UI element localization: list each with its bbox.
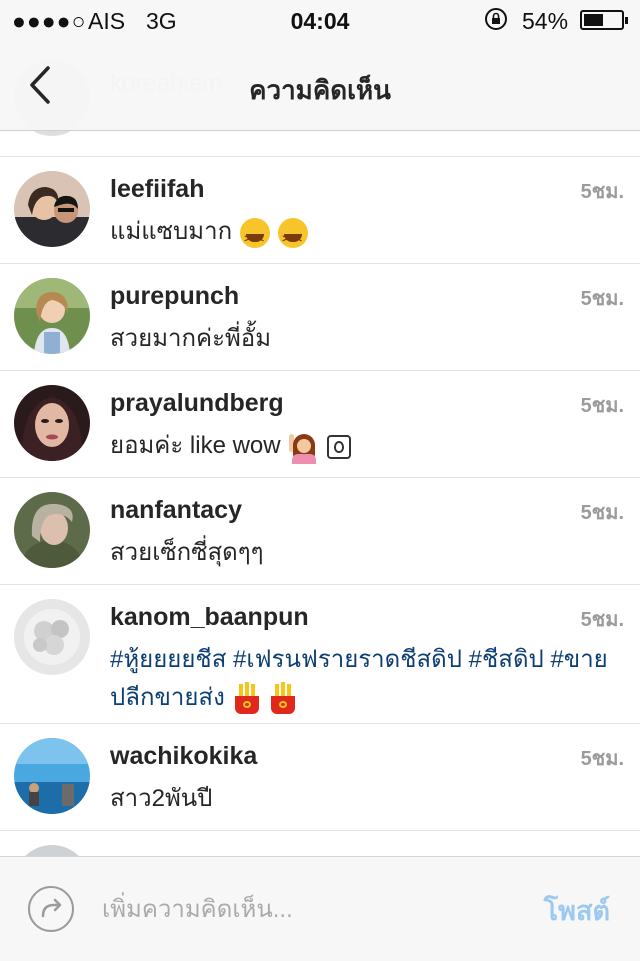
comment-username[interactable]: purepunch bbox=[110, 282, 239, 311]
avatar[interactable] bbox=[14, 385, 90, 461]
comment-input[interactable] bbox=[100, 883, 504, 937]
avatar[interactable] bbox=[14, 738, 90, 814]
avatar[interactable] bbox=[14, 492, 90, 568]
comment-item[interactable]: wachikokika 5ชม. สาว2พันปี bbox=[0, 723, 640, 830]
status-bar: ●●●●○ AIS 3G 04:04 54% bbox=[0, 0, 640, 40]
battery-percentage: 54% bbox=[522, 8, 569, 34]
comment-text: #หู้ยยยยชีส #เฟรนฟรายราดชีสดิป #ชีสดิป #… bbox=[110, 641, 620, 717]
comment-item[interactable]: leefiifah 5ชม. แม่แซบมาก bbox=[0, 156, 640, 263]
comment-item[interactable]: purepunch 5ชม. สวยมากค่ะพี่อั้ม bbox=[0, 263, 640, 370]
page-title: ความคิดเห็น bbox=[249, 75, 391, 105]
woman-raising-hand-icon bbox=[288, 430, 319, 464]
laughing-face-icon bbox=[240, 217, 271, 258]
comment-username[interactable]: leefiifah bbox=[110, 175, 204, 204]
avatar[interactable] bbox=[14, 278, 90, 354]
post-button[interactable]: โพสต์ bbox=[544, 889, 610, 932]
rotation-lock-icon bbox=[484, 7, 508, 38]
comment-input-bar: โพสต์ bbox=[0, 856, 640, 961]
comment-item[interactable]: prayalundberg 5ชม. ยอมค่ะ like wow bbox=[0, 370, 640, 477]
share-arrow-icon bbox=[41, 898, 62, 918]
comment-time: 5ชม. bbox=[580, 395, 624, 417]
comment-username[interactable]: kanom_baanpun bbox=[110, 603, 309, 632]
french-fries-icon bbox=[269, 681, 297, 714]
comment-text: แม่แซบมาก bbox=[110, 213, 620, 258]
battery-icon bbox=[580, 10, 628, 30]
comment-username[interactable]: nanfantacy bbox=[110, 496, 242, 525]
comment-item[interactable]: kanom_baanpun 5ชม. #หู้ยยยยชีส #เฟรนฟราย… bbox=[0, 584, 640, 723]
comment-item[interactable]: nanfantacy 5ชม. สวยเซ็กซี่สุดๆๆ bbox=[0, 477, 640, 584]
comment-time: 5ชม. bbox=[580, 288, 624, 310]
comment-time: 5ชม. bbox=[580, 502, 624, 524]
comment-time: 5ชม. bbox=[580, 609, 624, 631]
hashtag-line[interactable]: #หู้ยยยยชีส #เฟรนฟรายราดชีสดิป #ชีสดิป #… bbox=[110, 641, 620, 679]
avatar[interactable] bbox=[14, 171, 90, 247]
french-fries-icon bbox=[233, 681, 261, 714]
comment-text: ยอมค่ะ like wow bbox=[110, 427, 620, 465]
comment-text: สาว2พันปี bbox=[110, 785, 213, 812]
comment-text-content: แม่แซบมาก bbox=[110, 218, 233, 245]
comment-time: 5ชม. bbox=[580, 748, 624, 770]
navigation-bar: ความคิดเห็น bbox=[0, 40, 640, 131]
hashtag-line[interactable]: ปลีกขายส่ง bbox=[110, 684, 225, 711]
comment-username[interactable]: prayalundberg bbox=[110, 389, 284, 418]
laughing-face-icon bbox=[278, 217, 309, 258]
share-button[interactable] bbox=[28, 886, 74, 932]
comment-username[interactable]: wachikokika bbox=[110, 742, 257, 771]
comment-time: 5ชม. bbox=[580, 181, 624, 203]
comment-text: สวยมากค่ะพี่อั้ม bbox=[110, 325, 272, 352]
alien-icon bbox=[326, 434, 351, 459]
comment-text-content: ยอมค่ะ like wow bbox=[110, 432, 281, 459]
comment-text: สวยเซ็กซี่สุดๆๆ bbox=[110, 539, 264, 566]
avatar[interactable] bbox=[14, 599, 90, 675]
